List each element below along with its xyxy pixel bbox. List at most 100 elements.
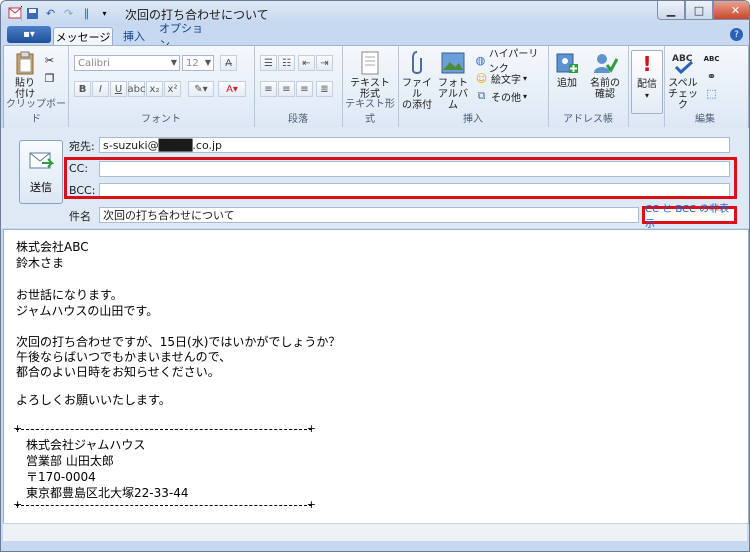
attach-icon[interactable]: ∥ bbox=[79, 6, 94, 21]
check-names-icon bbox=[590, 50, 620, 76]
hyperlink-button[interactable]: ◍ ハイパーリンク bbox=[474, 49, 548, 75]
add-contact-button[interactable]: 追加 bbox=[552, 50, 582, 89]
clipboard-icon bbox=[10, 50, 40, 76]
horizontal-scrollbar[interactable] bbox=[3, 523, 747, 542]
align-center-button[interactable]: ≡ bbox=[278, 81, 295, 97]
maximize-button[interactable]: □ bbox=[685, 1, 713, 20]
subject-field[interactable]: 次回の打ち合わせについて bbox=[99, 207, 639, 223]
group-delivery: ! 配信 ▾ bbox=[628, 46, 665, 127]
body-line: 鈴木さま bbox=[16, 256, 65, 270]
highlight-color-button[interactable]: ✎▾ bbox=[188, 81, 214, 97]
emoji-button[interactable]: ☺ 絵文字 ▾ bbox=[474, 70, 527, 86]
chevron-down-icon: ▼ bbox=[204, 58, 211, 67]
font-color-button[interactable]: A▾ bbox=[218, 81, 246, 97]
group-clipboard: 貼り付け ✂ ❐ クリップボード bbox=[4, 46, 69, 127]
signature-divider-bottom: + + bbox=[13, 498, 316, 511]
to-label: 宛先: bbox=[69, 140, 95, 153]
increase-indent-button[interactable]: ⇥ bbox=[316, 55, 333, 71]
spellcheck-icon: ABC bbox=[668, 50, 698, 76]
body-line: お世話になります。 bbox=[16, 288, 123, 302]
insert-other-button[interactable]: ⧉ その他 ▾ bbox=[474, 88, 527, 104]
italic-button[interactable]: I bbox=[92, 81, 109, 97]
check-names-button[interactable]: 名前の 確認 bbox=[588, 50, 622, 100]
add-contact-icon bbox=[552, 50, 582, 76]
status-bar bbox=[1, 541, 749, 551]
select-all-button[interactable]: ⬚ bbox=[704, 85, 719, 101]
tab-message[interactable]: メッセージ bbox=[53, 27, 113, 46]
indent-icon: ⇥ bbox=[320, 57, 329, 69]
paste-button[interactable]: 貼り付け bbox=[10, 50, 40, 100]
strikethrough-icon: abc bbox=[127, 83, 146, 95]
subscript-icon: x₂ bbox=[149, 83, 160, 95]
group-font: Calibri ▼ 12 ▼ A̶ B I U abc x₂ x² ✎▾ A▾ フォ… bbox=[68, 46, 255, 127]
undo-icon[interactable]: ↶ bbox=[43, 6, 58, 21]
italic-icon: I bbox=[99, 83, 102, 95]
bold-button[interactable]: B bbox=[74, 81, 91, 97]
send-button[interactable]: 送信 bbox=[19, 140, 63, 204]
application-menu-button[interactable]: ▪▾ bbox=[7, 26, 51, 43]
copy-button[interactable]: ❐ bbox=[42, 70, 57, 86]
send-icon bbox=[28, 149, 55, 173]
bullets-button[interactable]: ☰ bbox=[260, 55, 277, 71]
delivery-label: 配信 bbox=[637, 79, 657, 90]
hide-cc-bcc-link[interactable]: CC と BCC の非表示 bbox=[642, 204, 737, 230]
close-button[interactable]: ✕ bbox=[713, 1, 749, 20]
justify-icon: ≣ bbox=[320, 83, 329, 95]
save-icon[interactable] bbox=[25, 6, 40, 21]
cut-button[interactable]: ✂ bbox=[42, 52, 57, 68]
delivery-button[interactable]: ! 配信 ▾ bbox=[631, 50, 663, 114]
body-line: 株式会社ABC bbox=[16, 240, 89, 254]
minimize-button[interactable]: ▁ bbox=[657, 1, 685, 20]
body-line: ジャムハウスの山田です。 bbox=[16, 304, 159, 318]
numbering-button[interactable]: ☷ bbox=[278, 55, 295, 71]
chevron-down-icon: ▾ bbox=[523, 91, 528, 101]
justify-button[interactable]: ≣ bbox=[316, 81, 333, 97]
help-icon[interactable]: ? bbox=[730, 28, 743, 41]
body-line: 都合のよい日時をお知らせください。 bbox=[16, 365, 220, 379]
clear-format-button[interactable]: A̶ bbox=[220, 55, 237, 71]
paperclip-icon bbox=[402, 50, 432, 76]
mail-window: ↶ ↷ ∥ ▾ 次回の打ち合わせについて ▁ □ ✕ ▪▾ メッセージ 挿入 オ… bbox=[0, 0, 750, 552]
app-mail-icon[interactable] bbox=[7, 6, 22, 21]
underline-icon: U bbox=[114, 83, 123, 95]
word-count-button[interactable]: ABC bbox=[704, 51, 720, 67]
binoculars-icon: ⚭ bbox=[706, 69, 717, 83]
tab-options[interactable]: オプション bbox=[159, 22, 209, 51]
tab-insert[interactable]: 挿入 bbox=[117, 27, 151, 45]
check-names-label-line2: 確認 bbox=[595, 89, 615, 100]
superscript-button[interactable]: x² bbox=[164, 81, 181, 97]
redo-icon[interactable]: ↷ bbox=[61, 6, 76, 21]
group-paragraph: ☰ ☷ ⇤ ⇥ ≡ ≡ ≡ ≣ 段落 bbox=[254, 46, 343, 127]
message-body[interactable]: 株式会社ABC 鈴木さま お世話になります。 ジャムハウスの山田です。 次回の打… bbox=[3, 229, 749, 524]
spell-check-button[interactable]: ABC スペル チェック bbox=[666, 50, 700, 111]
photo-album-button[interactable]: フォト アルバム bbox=[436, 50, 470, 111]
find-button[interactable]: ⚭ bbox=[704, 68, 719, 84]
align-left-button[interactable]: ≡ bbox=[260, 81, 277, 97]
font-color-icon: A▾ bbox=[226, 83, 238, 95]
window-controls: ▁ □ ✕ bbox=[657, 1, 749, 20]
spell-check-label-line2: チェック bbox=[668, 89, 698, 111]
subject-label: 件名 bbox=[69, 210, 91, 223]
cc-bcc-highlight-box bbox=[64, 157, 737, 199]
font-name-combo[interactable]: Calibri ▼ bbox=[74, 55, 180, 71]
group-address-book: 追加 名前の 確認 アドレス帳 bbox=[548, 46, 629, 127]
align-left-icon: ≡ bbox=[264, 83, 273, 95]
subscript-button[interactable]: x₂ bbox=[146, 81, 163, 97]
other-items-icon: ⧉ bbox=[477, 89, 486, 102]
qat-customize-icon[interactable]: ▾ bbox=[97, 6, 112, 21]
align-right-button[interactable]: ≡ bbox=[296, 81, 313, 97]
send-label: 送信 bbox=[30, 181, 52, 194]
signature-line: 株式会社ジャムハウス bbox=[26, 438, 146, 452]
text-format-button[interactable]: テキスト形式 bbox=[348, 50, 392, 100]
photo-icon bbox=[438, 50, 468, 76]
group-label-text-format: テキスト形式 bbox=[345, 99, 395, 125]
decrease-indent-button[interactable]: ⇤ bbox=[298, 55, 315, 71]
strikethrough-button[interactable]: abc bbox=[127, 81, 146, 97]
group-label-insert: 挿入 bbox=[463, 114, 483, 125]
underline-button[interactable]: U bbox=[110, 81, 127, 97]
smiley-icon: ☺ bbox=[475, 71, 488, 85]
attach-file-button[interactable]: ファイル の添付 bbox=[400, 50, 434, 111]
emoji-label: 絵文字 bbox=[491, 74, 521, 86]
font-size-combo[interactable]: 12 ▼ bbox=[182, 55, 214, 71]
to-field[interactable]: s-suzuki@████.co.jp bbox=[99, 137, 730, 153]
